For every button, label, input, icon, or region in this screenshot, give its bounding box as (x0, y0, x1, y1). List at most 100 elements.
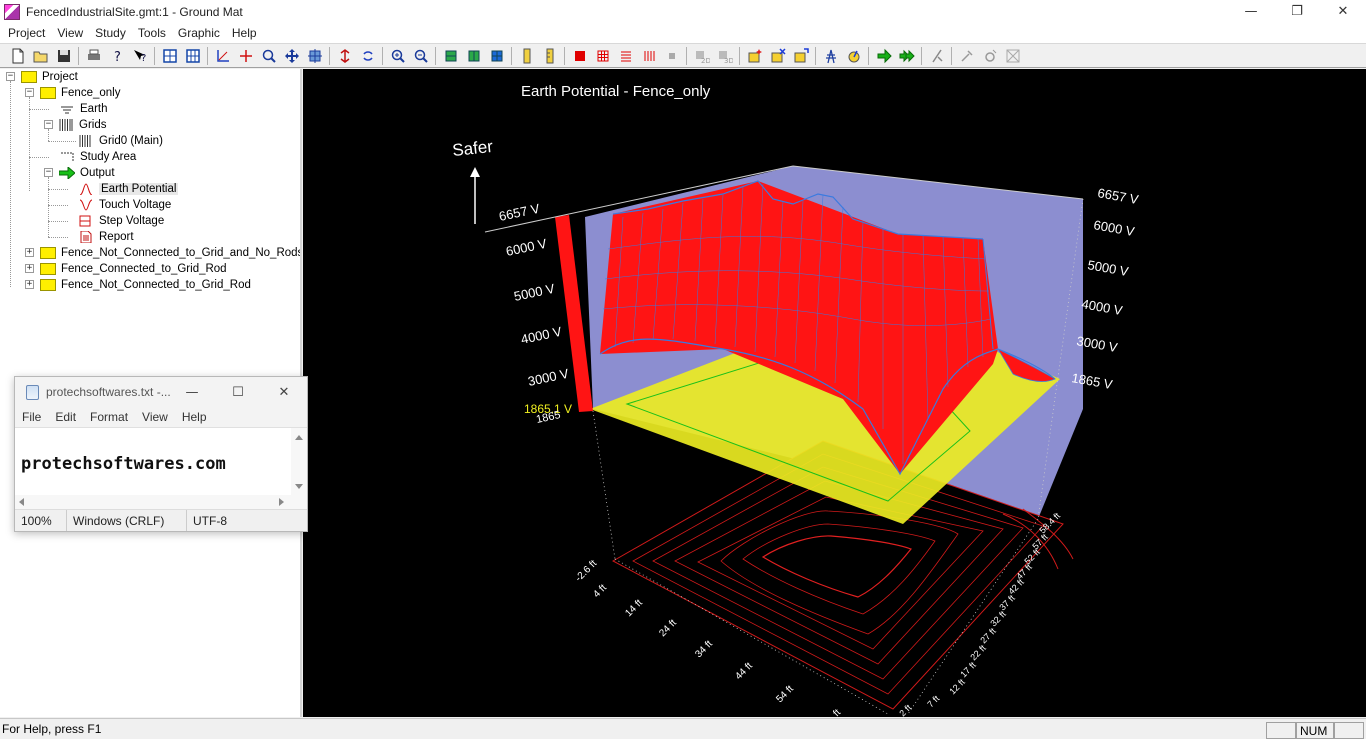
new-item-icon[interactable] (743, 45, 766, 66)
collapse-icon[interactable]: − (44, 168, 53, 177)
step-icon (79, 215, 91, 227)
fit-icon[interactable] (303, 45, 326, 66)
notepad-menu-help[interactable]: Help (178, 410, 211, 424)
menu-graphic[interactable]: Graphic (172, 26, 226, 40)
notepad-editor[interactable]: protechsoftwares.com (15, 427, 307, 496)
grid-select-icon[interactable] (158, 45, 181, 66)
expand-icon[interactable]: + (25, 248, 34, 257)
notepad-menu-file[interactable]: File (18, 410, 45, 424)
ruler-vertical-icon[interactable] (515, 45, 538, 66)
tree-node-earth-potential[interactable]: Earth Potential (79, 181, 179, 197)
window-title: FencedIndustrialSite.gmt:1 - Ground Mat (26, 4, 243, 19)
tree-label-earth-potential: Earth Potential (99, 183, 179, 195)
tree-node-study-area[interactable]: Study Area (60, 149, 136, 165)
axis-2-icon[interactable] (234, 45, 257, 66)
delete-item-icon[interactable] (766, 45, 789, 66)
folder-icon (21, 71, 37, 83)
earth-icon (61, 106, 73, 114)
tree-node-touch-voltage[interactable]: Touch Voltage (79, 197, 171, 213)
run-icon[interactable] (872, 45, 895, 66)
layer-1-icon[interactable] (439, 45, 462, 66)
layer-2-icon[interactable] (462, 45, 485, 66)
y-tick-label: 12 ft (947, 677, 967, 697)
zoom-in-icon[interactable] (386, 45, 409, 66)
notepad-encoding: UTF-8 (193, 513, 227, 528)
zoom-out-icon[interactable] (409, 45, 432, 66)
minimize-button[interactable]: — (1228, 0, 1274, 23)
notepad-close-button[interactable]: ✕ (261, 377, 307, 407)
menu-project[interactable]: Project (2, 26, 51, 40)
layer-3-icon[interactable] (485, 45, 508, 66)
collapse-icon[interactable]: − (6, 72, 15, 81)
help-icon[interactable]: ? (105, 45, 128, 66)
rotate-2-icon[interactable] (356, 45, 379, 66)
tower-icon[interactable] (819, 45, 842, 66)
3d-view-icon: 3D (713, 45, 736, 66)
collapse-icon[interactable]: − (25, 88, 34, 97)
notepad-menu-view[interactable]: View (138, 410, 172, 424)
close-button[interactable]: ✕ (1320, 0, 1366, 23)
tree-node-report[interactable]: Report (79, 229, 134, 245)
tree-label-grids: Grids (79, 119, 107, 131)
tree-node-project[interactable]: − Project (5, 69, 78, 85)
red-bars-icon[interactable] (637, 45, 660, 66)
save-icon[interactable] (52, 45, 75, 66)
notepad-content[interactable]: protechsoftwares.com (21, 454, 226, 474)
pan-icon[interactable] (280, 45, 303, 66)
red-square-icon[interactable] (568, 45, 591, 66)
refresh-icon[interactable] (842, 45, 865, 66)
tree-node-study-4[interactable]: + Fence_Not_Connected_to_Grid_Rod (24, 277, 251, 293)
axis-icon[interactable] (211, 45, 234, 66)
move-item-icon[interactable] (789, 45, 812, 66)
expand-icon[interactable]: + (25, 280, 34, 289)
tree-label-output: Output (80, 167, 115, 179)
tree-node-study-3[interactable]: + Fence_Connected_to_Grid_Rod (24, 261, 227, 277)
notepad-menu-format[interactable]: Format (86, 410, 132, 424)
tree-node-grids[interactable]: − Grids (43, 117, 106, 133)
rotate-icon[interactable] (333, 45, 356, 66)
grid-select-2-icon[interactable] (181, 45, 204, 66)
gray-square-icon[interactable] (660, 45, 683, 66)
tree-node-step-voltage[interactable]: Step Voltage (79, 213, 164, 229)
print-icon[interactable] (82, 45, 105, 66)
ruler-vertical-2-icon[interactable] (538, 45, 561, 66)
menu-help[interactable]: Help (226, 26, 263, 40)
status-scroll (1334, 722, 1364, 739)
menu-study[interactable]: Study (89, 26, 132, 40)
tree-node-fence-only[interactable]: − Fence_only (24, 85, 120, 101)
restore-button[interactable]: ❐ (1274, 0, 1320, 23)
folder-icon (40, 87, 56, 99)
tree-node-output[interactable]: − Output (43, 165, 115, 181)
menu-view[interactable]: View (51, 26, 89, 40)
red-grid-icon[interactable] (591, 45, 614, 66)
tools-icon (955, 45, 978, 66)
notepad-title-bar[interactable]: protechsoftwares.txt -... — ☐ ✕ (15, 377, 307, 407)
notepad-window[interactable]: protechsoftwares.txt -... — ☐ ✕ File Edi… (14, 376, 308, 532)
red-lines-icon[interactable] (614, 45, 637, 66)
open-folder-icon[interactable] (29, 45, 52, 66)
status-caps (1266, 722, 1296, 739)
zoom-icon[interactable] (257, 45, 280, 66)
plot-svg[interactable]: Earth Potential - Fence_only Safer 6657 … (303, 69, 1366, 717)
right-axis-label: 4000 V (1080, 296, 1124, 318)
right-axis-label: 6000 V (1092, 217, 1136, 239)
notepad-maximize-button[interactable]: ☐ (215, 377, 261, 407)
plot-title: Earth Potential - Fence_only (521, 83, 711, 100)
earth-potential-plot[interactable]: Earth Potential - Fence_only Safer 6657 … (303, 69, 1366, 717)
menu-tools[interactable]: Tools (132, 26, 172, 40)
notepad-minimize-button[interactable]: — (169, 377, 215, 407)
notepad-horizontal-scrollbar[interactable] (15, 495, 307, 509)
touch-curve-icon (79, 199, 93, 211)
notepad-menu-edit[interactable]: Edit (51, 410, 80, 424)
collapse-icon[interactable]: − (44, 120, 53, 129)
notepad-vertical-scrollbar[interactable] (291, 428, 307, 496)
new-file-icon[interactable] (6, 45, 29, 66)
run-all-icon[interactable] (895, 45, 918, 66)
tree-node-earth[interactable]: Earth (60, 101, 108, 117)
context-help-icon[interactable]: ? (128, 45, 151, 66)
notepad-menu: File Edit Format View Help (15, 407, 307, 427)
tree-node-grid0[interactable]: Grid0 (Main) (79, 133, 163, 149)
tree-node-study-2[interactable]: + Fence_Not_Connected_to_Grid_and_No_Rod… (24, 245, 300, 261)
settings-icon (978, 45, 1001, 66)
expand-icon[interactable]: + (25, 264, 34, 273)
